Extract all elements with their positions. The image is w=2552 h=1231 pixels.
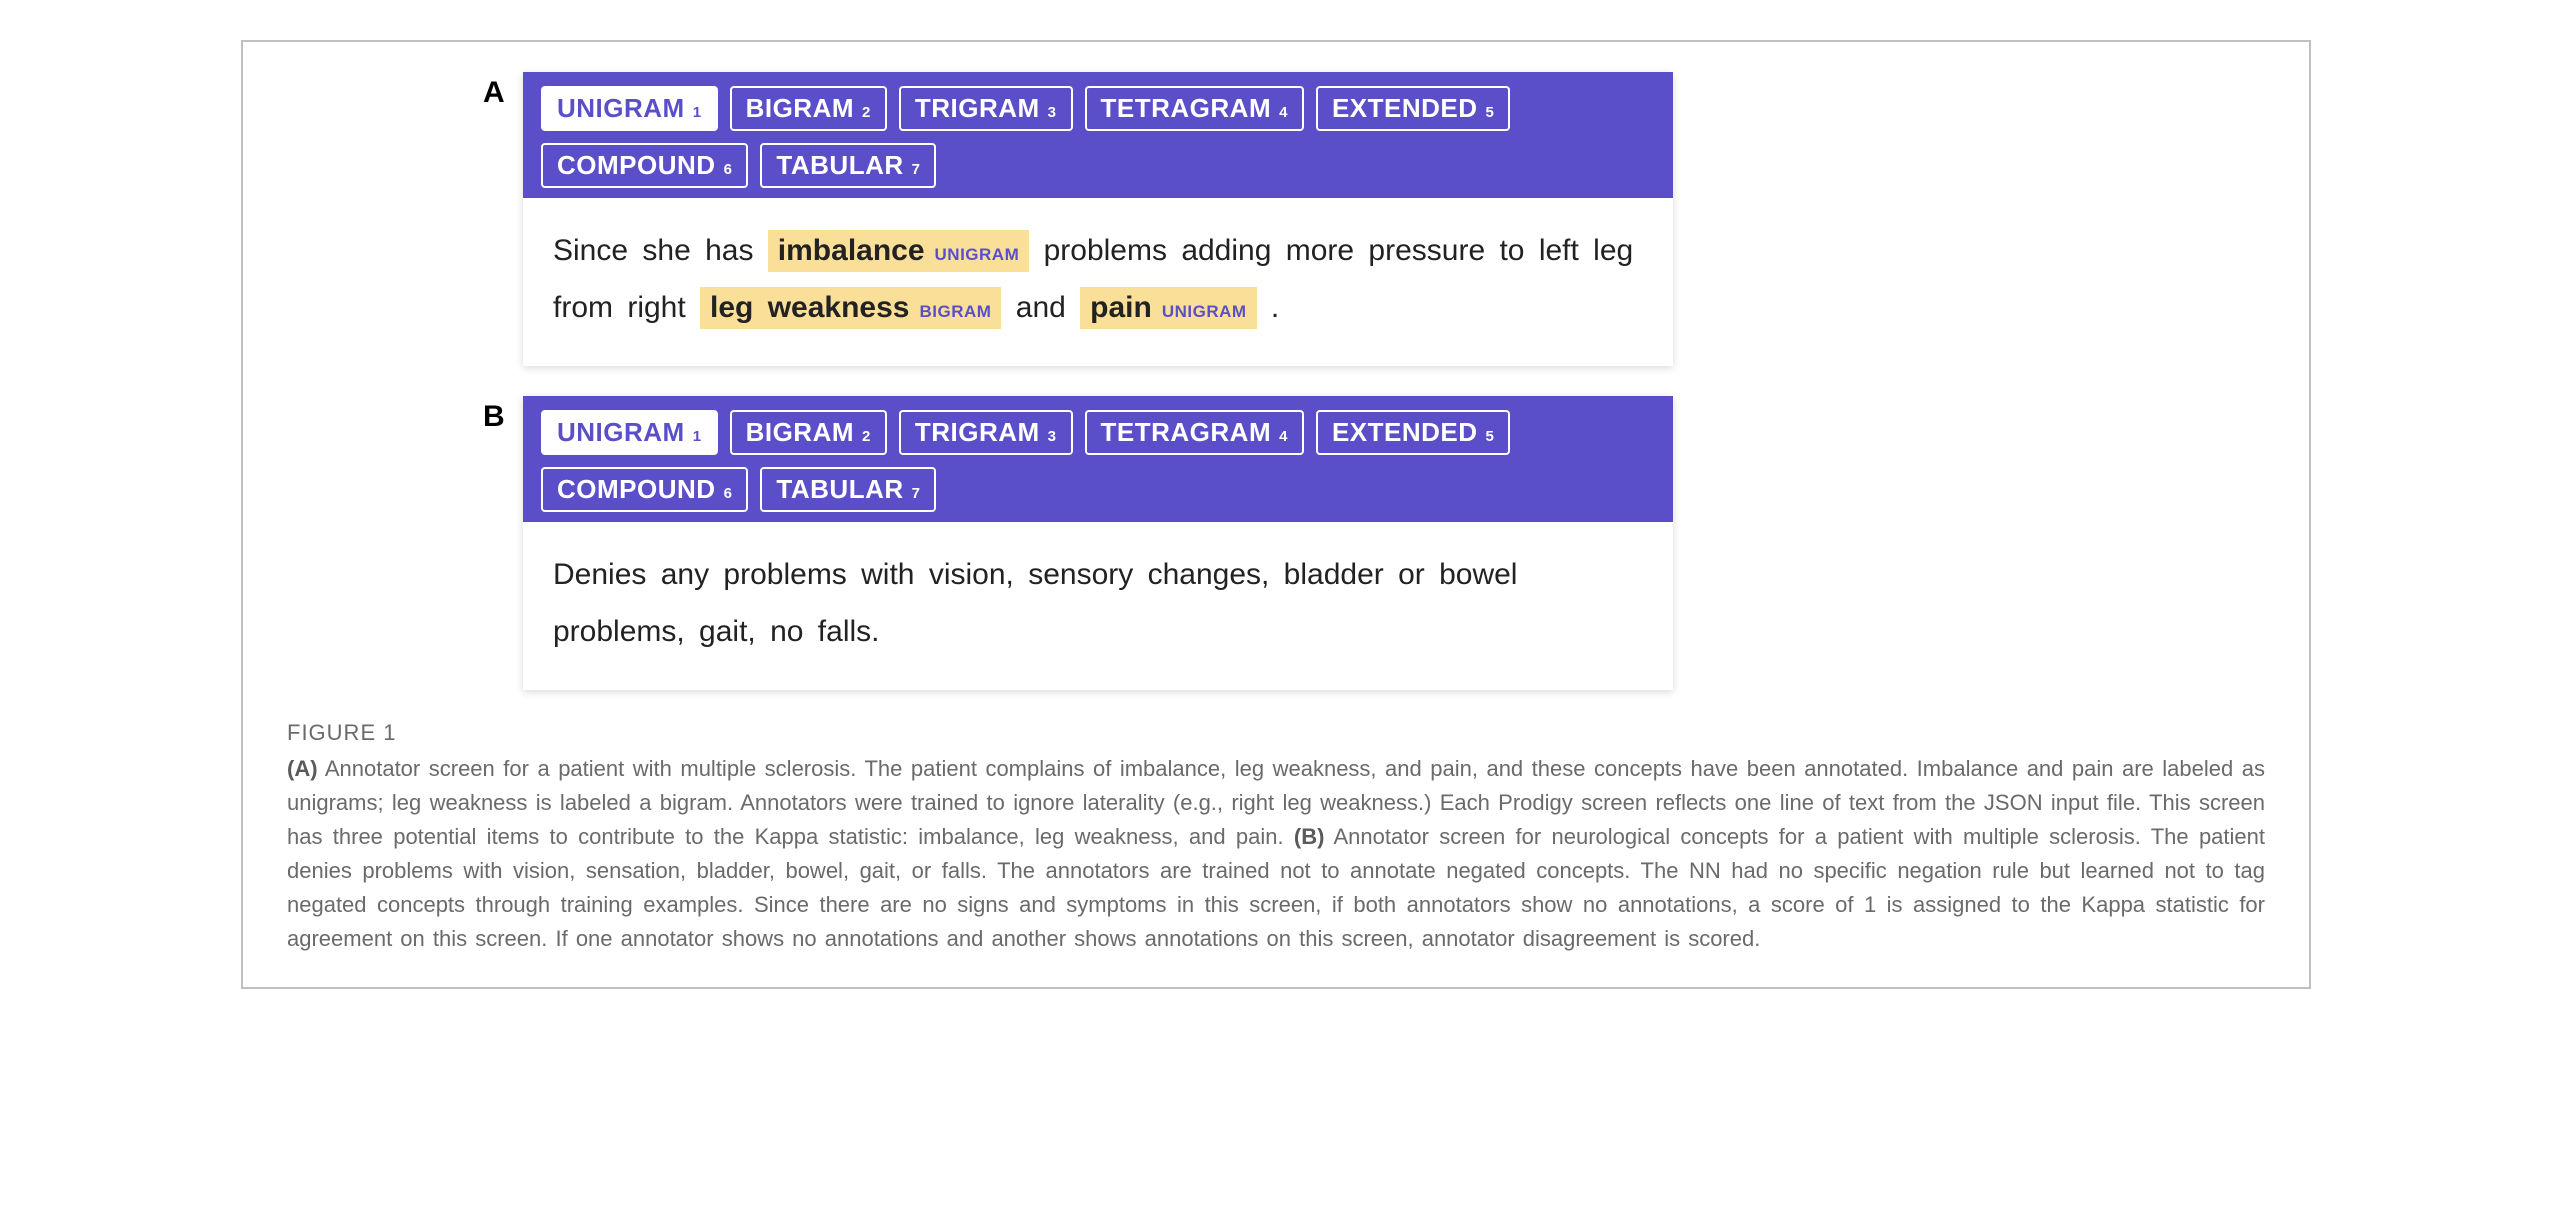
tag-num: 7 bbox=[912, 161, 921, 178]
tag-label: EXTENDED bbox=[1332, 417, 1478, 448]
tag-num: 6 bbox=[724, 485, 733, 502]
tag-num: 6 bbox=[724, 161, 733, 178]
tag-num: 1 bbox=[693, 104, 702, 121]
tag-bigram[interactable]: BIGRAM 2 bbox=[730, 86, 887, 131]
tag-num: 4 bbox=[1279, 428, 1288, 445]
tag-num: 2 bbox=[862, 428, 871, 445]
tag-label: TABULAR bbox=[776, 150, 903, 181]
tag-label: COMPOUND bbox=[557, 150, 716, 181]
caption-part-b-label: (B) bbox=[1294, 824, 1325, 849]
tag-tetragram[interactable]: TETRAGRAM 4 bbox=[1085, 86, 1304, 131]
highlight-term: leg weakness bbox=[710, 291, 909, 324]
panel-b-label: B bbox=[483, 396, 523, 434]
tag-unigram[interactable]: UNIGRAM 1 bbox=[541, 410, 718, 455]
highlight-badge: UNIGRAM bbox=[1162, 302, 1247, 321]
tag-num: 3 bbox=[1048, 428, 1057, 445]
tag-num: 2 bbox=[862, 104, 871, 121]
caption-part-a-label: (A) bbox=[287, 756, 318, 781]
panel-a-sentence: Since she has imbalanceUNIGRAM problems … bbox=[523, 198, 1673, 366]
caption-text: (A) Annotator screen for a patient with … bbox=[287, 752, 2265, 957]
tag-label: TETRAGRAM bbox=[1101, 417, 1272, 448]
highlight-term: pain bbox=[1090, 291, 1152, 324]
highlight-term: imbalance bbox=[778, 234, 925, 267]
tag-label: UNIGRAM bbox=[557, 417, 685, 448]
text-segment: and bbox=[1016, 291, 1080, 324]
highlight-leg-weakness[interactable]: leg weakness BIGRAM bbox=[700, 287, 1001, 329]
tag-extended[interactable]: EXTENDED 5 bbox=[1316, 410, 1510, 455]
highlight-pain[interactable]: pain UNIGRAM bbox=[1080, 287, 1256, 329]
tag-tabular[interactable]: TABULAR 7 bbox=[760, 143, 936, 188]
panel-a-card: UNIGRAM 1 BIGRAM 2 TRIGRAM 3 TETRAGRAM 4 EXT… bbox=[523, 72, 1673, 366]
tag-unigram[interactable]: UNIGRAM 1 bbox=[541, 86, 718, 131]
text-segment: Since she has bbox=[553, 234, 768, 267]
tag-label: UNIGRAM bbox=[557, 93, 685, 124]
highlight-imbalance[interactable]: imbalance UNIGRAM bbox=[768, 230, 1029, 272]
tag-extended[interactable]: EXTENDED 5 bbox=[1316, 86, 1510, 131]
tag-compound[interactable]: COMPOUND 6 bbox=[541, 143, 748, 188]
panel-b-tagbar: UNIGRAM 1 BIGRAM 2 TRIGRAM 3 TETRAGRAM 4 EXT… bbox=[523, 396, 1673, 522]
tag-trigram[interactable]: TRIGRAM 3 bbox=[899, 86, 1073, 131]
tag-num: 5 bbox=[1486, 428, 1495, 445]
text-segment: . bbox=[1271, 291, 1279, 324]
tag-trigram[interactable]: TRIGRAM 3 bbox=[899, 410, 1073, 455]
tag-num: 5 bbox=[1486, 104, 1495, 121]
panel-a-tagbar: UNIGRAM 1 BIGRAM 2 TRIGRAM 3 TETRAGRAM 4 EXT… bbox=[523, 72, 1673, 198]
panel-b-row: B UNIGRAM 1 BIGRAM 2 TRIGRAM 3 TETRAGRAM 4 E… bbox=[283, 396, 2269, 690]
panel-b-card: UNIGRAM 1 BIGRAM 2 TRIGRAM 3 TETRAGRAM 4 EXT… bbox=[523, 396, 1673, 690]
figure-frame: A UNIGRAM 1 BIGRAM 2 TRIGRAM 3 TETRAGRAM 4 E… bbox=[241, 40, 2311, 989]
tag-num: 4 bbox=[1279, 104, 1288, 121]
tag-label: TRIGRAM bbox=[915, 93, 1040, 124]
tag-label: TETRAGRAM bbox=[1101, 93, 1272, 124]
tag-label: BIGRAM bbox=[746, 417, 854, 448]
tag-label: EXTENDED bbox=[1332, 93, 1478, 124]
panel-b-sentence: Denies any problems with vision, sensory… bbox=[523, 522, 1673, 690]
tag-num: 1 bbox=[693, 428, 702, 445]
panel-a-row: A UNIGRAM 1 BIGRAM 2 TRIGRAM 3 TETRAGRAM 4 E… bbox=[283, 72, 2269, 366]
tag-tabular[interactable]: TABULAR 7 bbox=[760, 467, 936, 512]
highlight-badge: BIGRAM bbox=[919, 302, 991, 321]
tag-compound[interactable]: COMPOUND 6 bbox=[541, 467, 748, 512]
figure-caption: FIGURE 1 (A) Annotator screen for a pati… bbox=[283, 720, 2269, 957]
tag-label: TABULAR bbox=[776, 474, 903, 505]
tag-num: 7 bbox=[912, 485, 921, 502]
tag-bigram[interactable]: BIGRAM 2 bbox=[730, 410, 887, 455]
tag-tetragram[interactable]: TETRAGRAM 4 bbox=[1085, 410, 1304, 455]
panel-a-label: A bbox=[483, 72, 523, 110]
tag-num: 3 bbox=[1048, 104, 1057, 121]
tag-label: TRIGRAM bbox=[915, 417, 1040, 448]
figure-number: FIGURE 1 bbox=[287, 720, 2265, 746]
tag-label: COMPOUND bbox=[557, 474, 716, 505]
tag-label: BIGRAM bbox=[746, 93, 854, 124]
highlight-badge: UNIGRAM bbox=[935, 245, 1020, 264]
